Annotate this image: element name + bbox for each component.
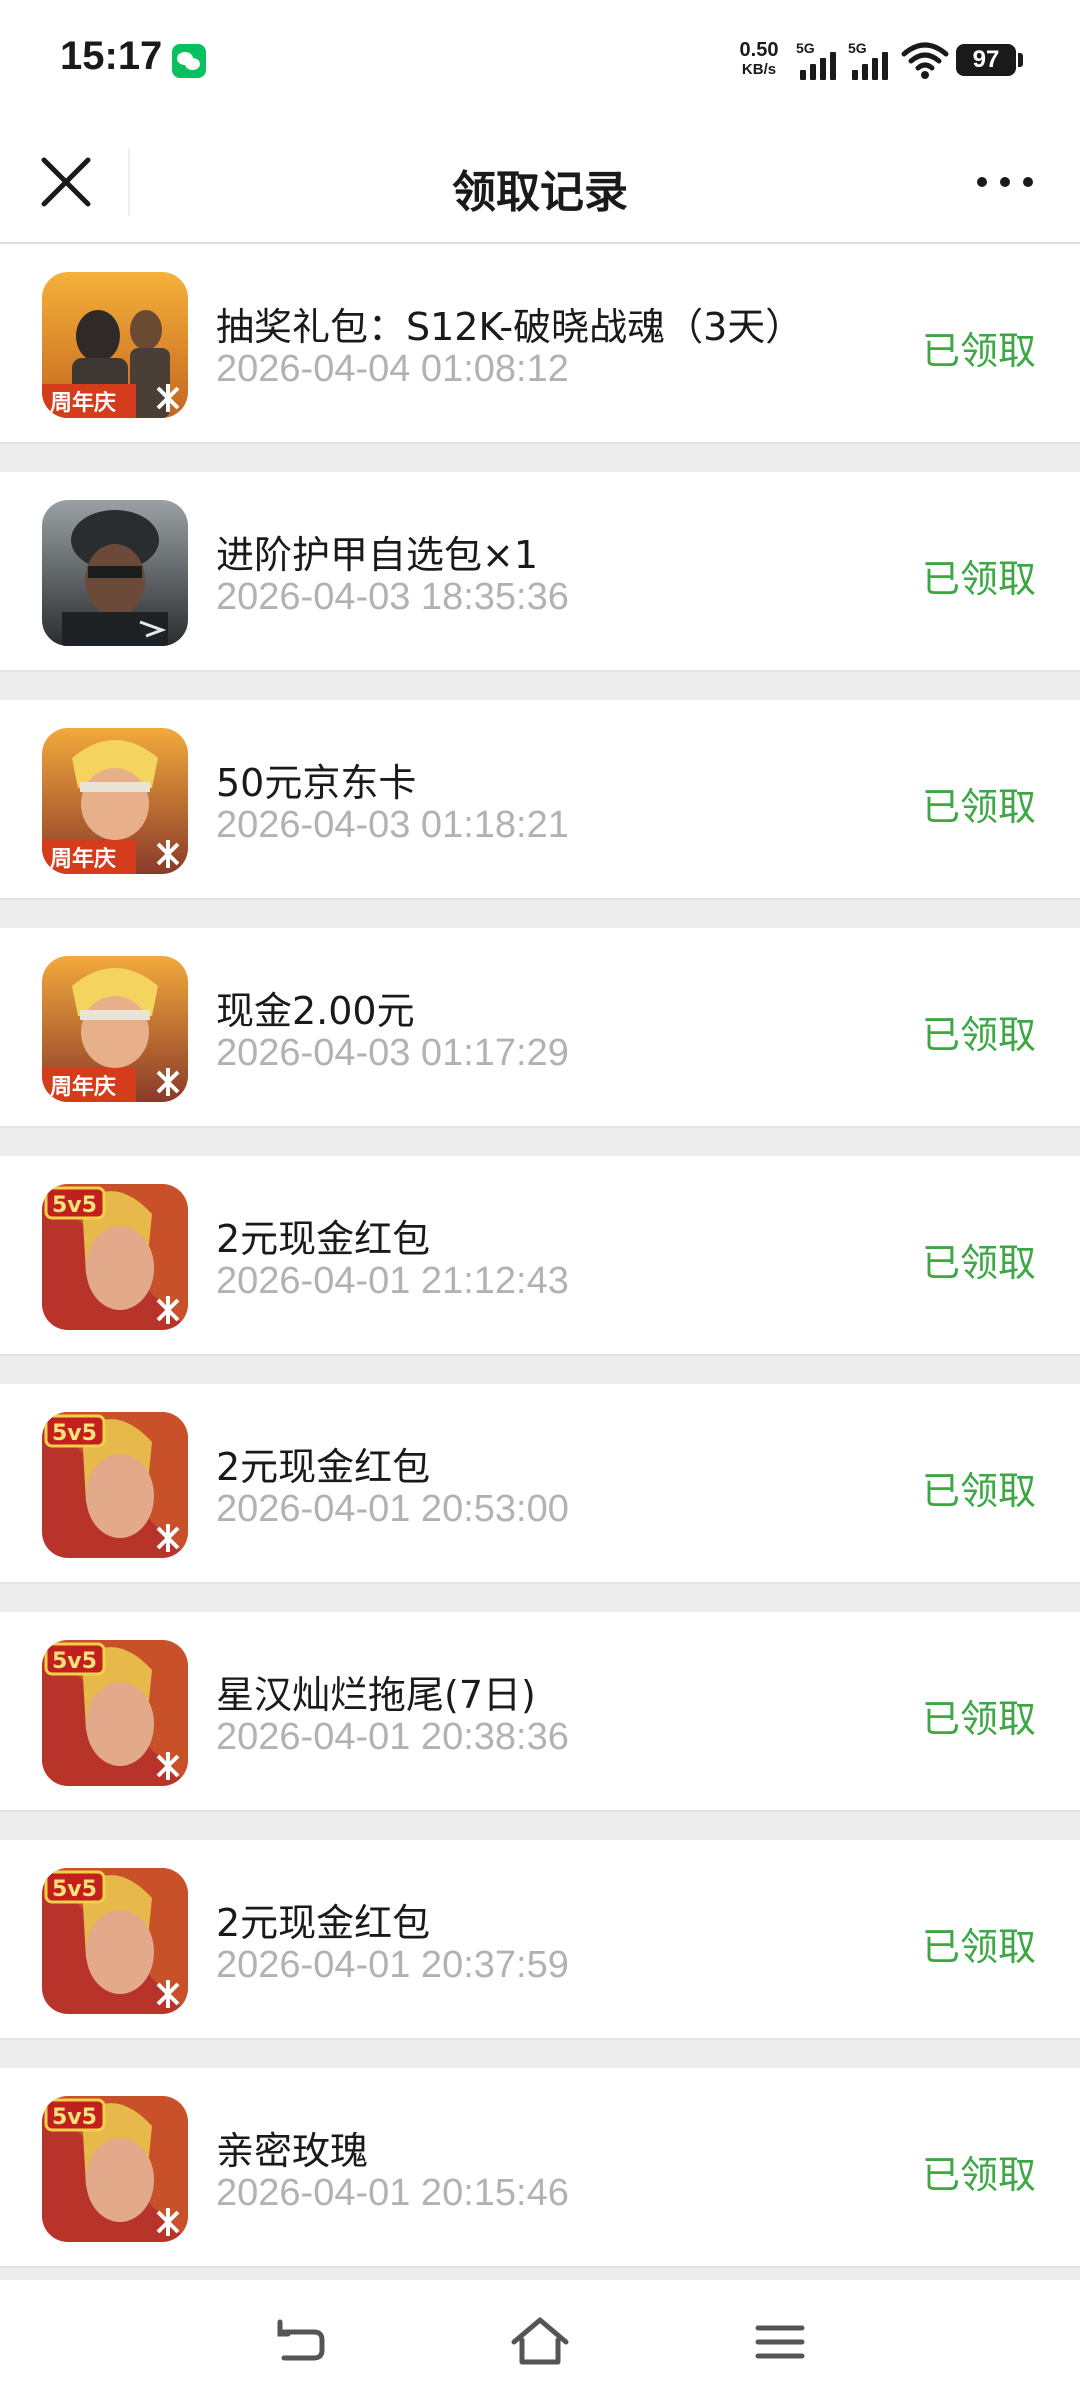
5v5-badge: 5v5	[52, 2105, 97, 2130]
record-time: 2026-04-04 01:08:12	[216, 348, 569, 390]
list-item[interactable]: 进阶护甲自选包×1 2026-04-03 18:35:36 已领取	[0, 472, 1080, 672]
record-status: 已领取	[921, 1697, 1036, 1741]
honor-of-kings-game-icon: 5v5	[42, 1412, 188, 1558]
wifi-icon	[901, 42, 949, 79]
record-title: 50元京东卡	[216, 761, 417, 805]
record-title: 抽奖礼包：S12K-破晓战魂（3天）	[216, 305, 804, 349]
system-nav-bar	[0, 2280, 1080, 2408]
record-status: 已领取	[921, 1469, 1036, 1513]
honor-of-kings-game-icon: 5v5	[42, 1868, 188, 2014]
record-title: 2元现金红包	[216, 1217, 431, 1261]
honor-of-kings-game-icon: 5v5	[42, 1640, 188, 1786]
signal-1-icon: 5G	[796, 40, 842, 80]
network-speed-value: 0.50	[739, 39, 779, 61]
list-item[interactable]: 5v5 星汉灿烂拖尾(7日) 2026-04-01 20:38:36 已领取	[0, 1612, 1080, 1812]
home-icon[interactable]	[508, 2310, 572, 2374]
wechat-icon	[172, 44, 206, 78]
menu-icon[interactable]	[748, 2310, 812, 2374]
record-status: 已领取	[921, 329, 1036, 373]
battery-tip	[1018, 53, 1023, 67]
record-status: 已领取	[921, 1013, 1036, 1057]
anniversary-badge: 周年庆	[50, 846, 116, 872]
record-time: 2026-04-01 20:38:36	[216, 1716, 569, 1758]
record-time: 2026-04-01 21:12:43	[216, 1260, 569, 1302]
5v5-badge: 5v5	[52, 1421, 97, 1446]
network-speed-unit: KB/s	[741, 61, 777, 78]
status-bar: 15:17 0.50 KB/s 5G 5G 97	[0, 0, 1080, 120]
back-icon[interactable]	[268, 2310, 332, 2374]
network-speed: 0.50 KB/s	[734, 40, 784, 80]
list-item[interactable]: 周年庆 抽奖礼包：S12K-破晓战魂（3天） 2026-04-04 01:08:…	[0, 244, 1080, 444]
honor-of-kings-game-icon: 5v5	[42, 2096, 188, 2242]
list-item[interactable]: 5v5 亲密玫瑰 2026-04-01 20:15:46 已领取	[0, 2068, 1080, 2268]
page-title: 领取记录	[452, 167, 628, 218]
pubg-anniversary-game-icon: 周年庆	[42, 272, 188, 418]
record-status: 已领取	[921, 785, 1036, 829]
record-time: 2026-04-03 18:35:36	[216, 576, 569, 618]
record-title: 2元现金红包	[216, 1901, 431, 1945]
record-time: 2026-04-03 01:17:29	[216, 1032, 569, 1074]
record-title: 星汉灿烂拖尾(7日)	[216, 1673, 536, 1717]
record-title: 亲密玫瑰	[216, 2129, 369, 2173]
list-item[interactable]: 周年庆 50元京东卡 2026-04-03 01:18:21 已领取	[0, 700, 1080, 900]
list-item[interactable]: 5v5 2元现金红包 2026-04-01 20:53:00 已领取	[0, 1384, 1080, 1584]
anniversary-game-icon: 周年庆	[42, 956, 188, 1102]
signal-1-label: 5G	[796, 40, 815, 56]
5v5-badge: 5v5	[52, 1877, 97, 1902]
record-list: 周年庆 抽奖礼包：S12K-破晓战魂（3天） 2026-04-04 01:08:…	[0, 244, 1080, 2296]
signal-2-label: 5G	[848, 40, 867, 56]
record-status: 已领取	[921, 2153, 1036, 2197]
signal-2-icon: 5G	[848, 40, 894, 80]
record-status: 已领取	[921, 557, 1036, 601]
record-time: 2026-04-01 20:37:59	[216, 1944, 569, 1986]
anniversary-badge: 周年庆	[50, 390, 116, 416]
record-title: 现金2.00元	[216, 989, 415, 1033]
record-status: 已领取	[921, 1241, 1036, 1285]
record-title: 进阶护甲自选包×1	[216, 533, 539, 577]
list-item[interactable]: 周年庆 现金2.00元 2026-04-03 01:17:29 已领取	[0, 928, 1080, 1128]
battery-indicator: 97	[956, 44, 1016, 76]
anniversary-game-icon: 周年庆	[42, 728, 188, 874]
honor-of-kings-game-icon: 5v5	[42, 1184, 188, 1330]
more-icon[interactable]	[970, 160, 1040, 204]
record-time: 2026-04-01 20:15:46	[216, 2172, 569, 2214]
anniversary-badge: 周年庆	[50, 1074, 116, 1100]
record-time: 2026-04-03 01:18:21	[216, 804, 569, 846]
record-time: 2026-04-01 20:53:00	[216, 1488, 569, 1530]
5v5-badge: 5v5	[52, 1193, 97, 1218]
nav-bar: 领取记录	[0, 120, 1080, 244]
record-title: 2元现金红包	[216, 1445, 431, 1489]
list-item[interactable]: 5v5 2元现金红包 2026-04-01 21:12:43 已领取	[0, 1156, 1080, 1356]
record-status: 已领取	[921, 1925, 1036, 1969]
status-time: 15:17	[60, 34, 163, 78]
list-item[interactable]: 5v5 2元现金红包 2026-04-01 20:37:59 已领取	[0, 1840, 1080, 2040]
soldier-game-icon	[42, 500, 188, 646]
5v5-badge: 5v5	[52, 1649, 97, 1674]
